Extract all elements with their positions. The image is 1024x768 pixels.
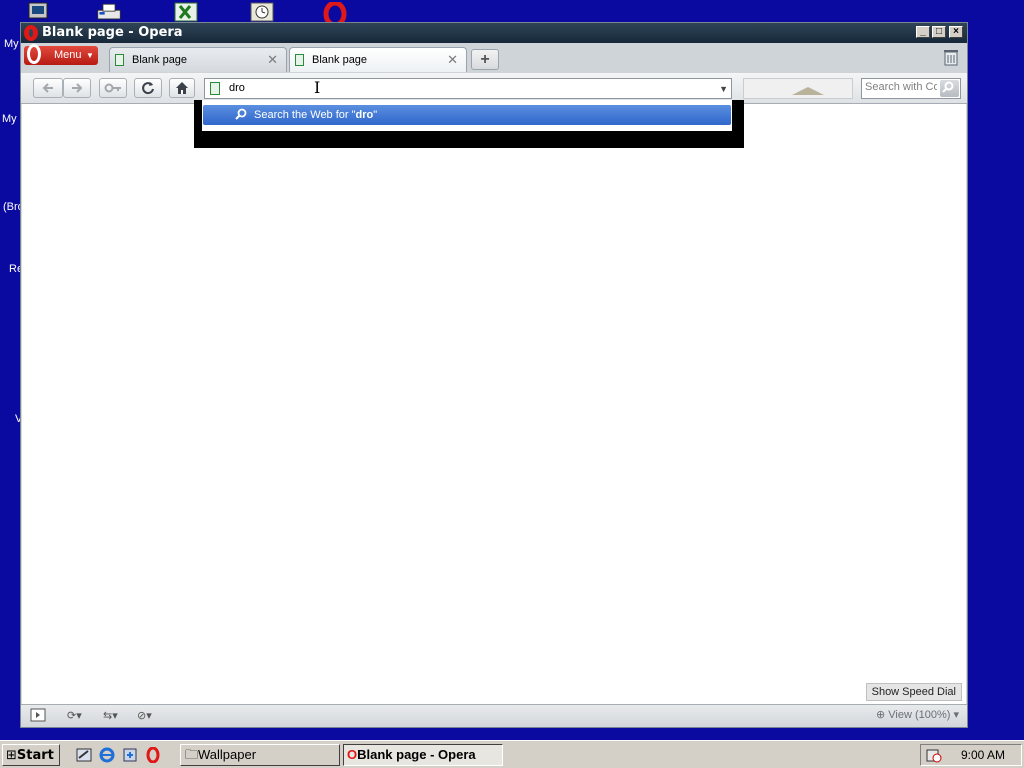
start-label: Start <box>16 748 54 763</box>
search-button[interactable] <box>940 80 959 97</box>
key-icon <box>104 83 121 93</box>
folder-icon: 🗀 <box>185 747 199 762</box>
desktop-label[interactable]: My <box>4 38 19 50</box>
opera-quicklaunch-icon[interactable] <box>145 747 161 763</box>
turbo-icon[interactable]: ⊘▾ <box>137 708 152 724</box>
opera-logo-icon <box>24 25 38 41</box>
toolbar-extension-area[interactable] <box>743 78 853 99</box>
show-desktop-icon[interactable] <box>76 747 92 763</box>
reload-button[interactable] <box>134 78 162 98</box>
desktop-opera-icon[interactable] <box>322 2 348 22</box>
tab-label: Blank page <box>312 54 368 66</box>
page-content[interactable]: Show Speed Dial <box>22 104 966 705</box>
search-field[interactable] <box>861 78 961 99</box>
tab-label: Blank page <box>132 54 188 66</box>
extension-icon <box>792 87 824 95</box>
address-bar[interactable]: ▼ <box>204 78 732 99</box>
start-button[interactable]: ⊞Start <box>2 744 60 766</box>
search-icon <box>942 81 954 93</box>
arrow-right-icon <box>72 83 83 93</box>
title-bar[interactable]: Blank page - Opera _ □ × <box>21 23 967 43</box>
status-bar: ⟳▾ ⇆▾ ⊘▾ ⊕ View (100%) ▾ <box>21 704 967 727</box>
tray-scheduler-icon[interactable] <box>926 747 942 763</box>
address-input[interactable] <box>229 82 689 94</box>
trash-icon[interactable] <box>943 48 959 66</box>
page-icon <box>295 54 304 66</box>
tab-blank-page-1[interactable]: Blank page ✕ <box>109 47 287 72</box>
clock[interactable]: 9:00 AM <box>961 748 1005 762</box>
reload-icon <box>142 82 154 95</box>
network-icon[interactable] <box>122 747 138 763</box>
new-tab-button[interactable]: + <box>471 49 499 70</box>
taskbar-item-wallpaper[interactable]: 🗀Wallpaper <box>180 744 340 766</box>
home-button[interactable] <box>169 78 195 98</box>
tab-strip: Menu ▼ Blank page ✕ Blank page ✕ + <box>21 43 967 73</box>
maximize-button[interactable]: □ <box>932 26 946 38</box>
forward-button[interactable] <box>63 78 91 98</box>
unite-icon[interactable]: ⇆▾ <box>103 708 118 724</box>
desktop-label[interactable]: My <box>2 113 17 125</box>
dropdown-panel: Search the Web for "dro" <box>202 100 732 131</box>
opera-o-icon <box>27 44 41 64</box>
page-icon <box>210 82 220 95</box>
suggestion-suffix: " <box>373 109 378 121</box>
zoom-control[interactable]: ⊕ View (100%) ▾ <box>876 708 959 721</box>
zoom-label: View (100%) <box>888 709 951 721</box>
desktop-clock-icon[interactable] <box>249 2 275 22</box>
suggestion-query: dro <box>355 109 374 121</box>
show-speed-dial-button[interactable]: Show Speed Dial <box>865 683 962 701</box>
chevron-down-icon[interactable]: ▼ <box>719 84 728 94</box>
key-button[interactable] <box>99 78 127 98</box>
opera-logo-icon: O <box>347 747 358 762</box>
desktop-excel-icon[interactable] <box>173 2 199 22</box>
windows-logo-icon: ⊞ <box>6 747 17 762</box>
zoom-icon: ⊕ <box>875 709 889 721</box>
tab-blank-page-2[interactable]: Blank page ✕ <box>289 47 467 72</box>
sync-icon[interactable]: ⟳▾ <box>67 708 82 724</box>
menu-label: Menu <box>54 49 82 61</box>
suggestion-text: Search the Web for "dro" <box>254 109 377 121</box>
suggestion-prefix: Search the Web for " <box>254 109 356 121</box>
taskbar-item-label: Wallpaper <box>198 747 257 762</box>
opera-menu-button[interactable]: Menu ▼ <box>24 44 98 65</box>
desktop-printer-icon[interactable] <box>96 2 122 22</box>
taskbar-item-opera[interactable]: OBlank page - Opera <box>343 744 503 766</box>
search-suggestion[interactable]: Search the Web for "dro" <box>203 105 731 125</box>
window-title: Blank page - Opera <box>42 25 183 40</box>
system-tray: 9:00 AM <box>920 744 1022 766</box>
internet-explorer-icon[interactable] <box>99 747 115 763</box>
desktop-computer-icon[interactable] <box>27 2 53 22</box>
search-icon <box>235 108 247 120</box>
close-tab-icon[interactable]: ✕ <box>447 52 458 68</box>
home-icon <box>176 82 188 94</box>
taskbar-item-label: Blank page - Opera <box>357 747 476 762</box>
arrow-left-icon <box>42 83 53 93</box>
text-cursor-icon: I <box>314 78 321 97</box>
close-tab-icon[interactable]: ✕ <box>267 52 278 68</box>
page-icon <box>115 54 124 66</box>
back-button[interactable] <box>33 78 63 98</box>
chevron-down-icon: ▼ <box>86 51 94 60</box>
close-button[interactable]: × <box>949 26 963 38</box>
taskbar: ⊞Start 🗀Wallpaper OBlank page - Opera 9:… <box>0 740 1024 768</box>
search-input[interactable] <box>865 81 937 93</box>
panel-toggle-icon[interactable] <box>30 708 46 724</box>
minimize-button[interactable]: _ <box>916 26 930 38</box>
address-dropdown: Search the Web for "dro" <box>194 100 744 148</box>
